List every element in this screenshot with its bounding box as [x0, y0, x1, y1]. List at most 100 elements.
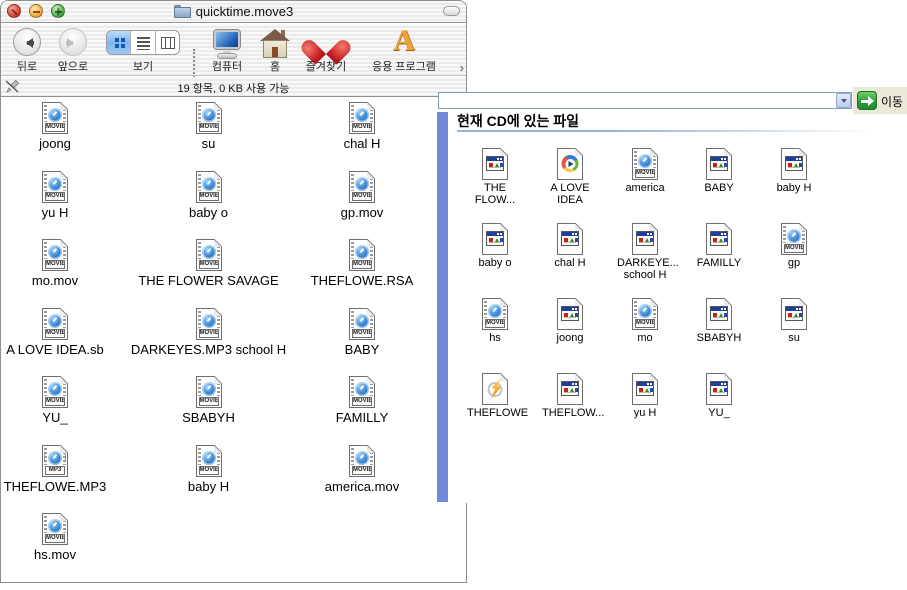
columns-view-icon	[161, 37, 175, 49]
file-item[interactable]: BABY	[691, 148, 747, 194]
forward-arrow-icon	[59, 28, 87, 56]
file-item[interactable]: MP3 THEFLOWE.MP3	[0, 445, 140, 494]
toolbar-toggle-button[interactable]	[443, 6, 460, 16]
file-item[interactable]: MOVIE DARKEYES.MP3 school H	[124, 308, 294, 357]
file-item[interactable]: MOVIEBABY	[277, 308, 447, 357]
favorites-button[interactable]: 즐겨찾기	[297, 26, 355, 74]
file-label: FAMILLY	[277, 410, 447, 425]
file-item[interactable]: baby o	[467, 223, 523, 269]
file-label: gp	[766, 257, 822, 269]
quicktime-movie-icon: MOVIE	[196, 445, 222, 477]
file-item[interactable]: chal H	[542, 223, 598, 269]
list-view-icon	[137, 37, 150, 50]
file-item[interactable]: MOVIEbaby o	[124, 171, 294, 220]
quicktime-mp3-icon: MP3	[42, 445, 68, 477]
finder-window: quicktime.move3 뒤로 앞으로 보기	[0, 0, 467, 583]
file-item[interactable]: MOVIEchal H	[277, 102, 447, 151]
address-dropdown-button[interactable]	[836, 93, 851, 108]
file-item[interactable]: MOVIEhs.mov	[0, 513, 140, 562]
quicktime-movie-icon: MOVIE	[349, 308, 375, 340]
back-label: 뒤로	[5, 58, 49, 74]
file-item[interactable]: MOVIEhs	[467, 298, 523, 344]
quicktime-movie-icon: MOVIE	[482, 298, 508, 330]
quicktime-movie-icon: MOVIE	[196, 171, 222, 203]
file-item[interactable]: MOVIEYU_	[0, 376, 140, 425]
go-button[interactable]	[857, 91, 877, 110]
toolbar-overflow-chevron-icon[interactable]: ›	[460, 60, 464, 75]
file-item[interactable]: DARKEYE... school H	[617, 223, 673, 281]
file-item[interactable]: MOVIEFAMILLY	[277, 376, 447, 425]
file-label: baby H	[766, 182, 822, 194]
home-icon	[259, 29, 291, 59]
file-item[interactable]: MOVIEjoong	[0, 102, 140, 151]
file-item[interactable]: SBABYH	[691, 298, 747, 344]
cd-files-panel: 이동 현재 CD에 있는 파일 THE FLOW...A LOVE IDEAMO…	[437, 87, 907, 503]
media-player-icon	[557, 148, 583, 180]
file-item[interactable]: MOVIEmo	[617, 298, 673, 344]
file-label: mo	[617, 332, 673, 344]
file-item[interactable]: MOVIEsu	[124, 102, 294, 151]
quicktime-movie-icon: MOVIE	[42, 239, 68, 271]
window-title: quicktime.move3	[196, 4, 294, 19]
forward-label: 앞으로	[51, 58, 95, 74]
media-clip-icon	[706, 148, 732, 180]
file-item[interactable]: MOVIEyu H	[0, 171, 140, 220]
media-clip-icon	[706, 223, 732, 255]
titlebar[interactable]: quicktime.move3	[1, 1, 466, 23]
quicktime-movie-icon: MOVIE	[42, 171, 68, 203]
back-arrow-icon	[13, 28, 41, 56]
file-item[interactable]: baby H	[766, 148, 822, 194]
file-item[interactable]: THEFLOW...	[542, 373, 598, 419]
file-item[interactable]: YU_	[691, 373, 747, 419]
view-list-button[interactable]	[131, 31, 155, 54]
file-label: THEFLOWE	[467, 407, 523, 419]
file-label: chal H	[542, 257, 598, 269]
quicktime-movie-icon: MOVIE	[196, 308, 222, 340]
file-label: su	[124, 136, 294, 151]
file-item[interactable]: MOVIEA LOVE IDEA.sb	[0, 308, 140, 357]
file-item[interactable]: A LOVE IDEA	[542, 148, 598, 206]
file-label: THEFLOWE.MP3	[0, 479, 140, 494]
computer-button[interactable]: 컴퓨터	[199, 26, 255, 74]
file-label: yu H	[617, 407, 673, 419]
file-label: A LOVE IDEA.sb	[0, 342, 140, 357]
go-label: 이동	[881, 93, 903, 110]
quicktime-movie-icon: MOVIE	[781, 223, 807, 255]
file-item[interactable]: MOVIE THEFLOWE.RSA	[277, 239, 447, 288]
view-columns-button[interactable]	[156, 31, 179, 54]
file-label: mo.mov	[0, 273, 140, 288]
computer-icon	[212, 29, 242, 59]
window-title-area: quicktime.move3	[1, 4, 466, 19]
file-item[interactable]: MOVIE gp	[766, 223, 822, 269]
file-label: gp.mov	[277, 205, 447, 220]
quicktime-movie-icon: MOVIE	[349, 239, 375, 271]
heart-icon	[311, 30, 341, 56]
grid-view-icon	[115, 38, 119, 42]
applications-button[interactable]: A 응용 프로그램	[359, 26, 449, 74]
file-item[interactable]: joong	[542, 298, 598, 344]
media-clip-icon	[557, 223, 583, 255]
file-item[interactable]: MOVIESBABYH	[124, 376, 294, 425]
file-item[interactable]: MOVIEamerica.mov	[277, 445, 447, 494]
home-button[interactable]: 홈	[255, 26, 295, 74]
file-label: joong	[542, 332, 598, 344]
file-item[interactable]: THEFLOWE	[467, 373, 523, 419]
file-item[interactable]: MOVIEbaby H	[124, 445, 294, 494]
file-item[interactable]: MOVIETHE FLOWER SAVAGE	[124, 239, 294, 288]
view-icons-button[interactable]	[107, 31, 131, 54]
file-item[interactable]: MOVIEgp.mov	[277, 171, 447, 220]
status-bar: 19 항목, 0 KB 사용 가능	[1, 77, 466, 97]
forward-button[interactable]: 앞으로	[51, 26, 95, 74]
file-item[interactable]: su	[766, 298, 822, 344]
file-label: THE FLOWER SAVAGE	[124, 273, 294, 288]
file-item[interactable]: yu H	[617, 373, 673, 419]
file-item[interactable]: THE FLOW...	[467, 148, 523, 206]
file-item[interactable]: FAMILLY	[691, 223, 747, 269]
back-button[interactable]: 뒤로	[5, 26, 49, 74]
file-label: THEFLOWE.RSA	[277, 273, 447, 288]
address-input[interactable]	[438, 92, 852, 109]
file-item[interactable]: MOVIE mo.mov	[0, 239, 140, 288]
quicktime-movie-icon: MOVIE	[349, 445, 375, 477]
file-label: DARKEYES.MP3 school H	[124, 342, 294, 357]
file-item[interactable]: MOVIEamerica	[617, 148, 673, 194]
